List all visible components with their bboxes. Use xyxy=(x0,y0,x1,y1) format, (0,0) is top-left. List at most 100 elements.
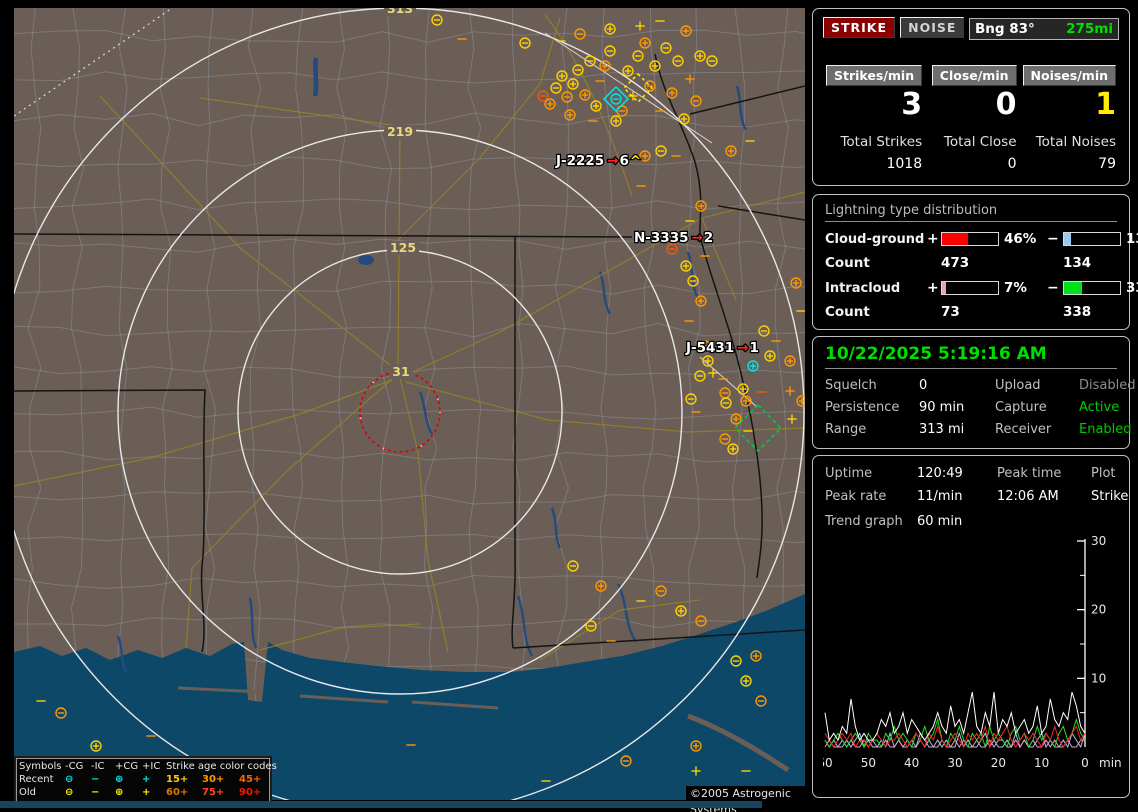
noises-per-min-value: 1 xyxy=(1023,89,1116,121)
persistence-value: 90 min xyxy=(919,400,995,415)
cg-plus-icon: ⊕ xyxy=(115,787,142,798)
range-value: 313 mi xyxy=(919,422,995,437)
upload-label: Upload xyxy=(995,378,1079,393)
close-per-min-value: 0 xyxy=(928,89,1016,121)
peak-rate-value: 11/min xyxy=(917,489,997,504)
uptime-value: 120:49 xyxy=(917,466,997,481)
plot-label: Plot xyxy=(1091,466,1128,481)
svg-text:0: 0 xyxy=(1081,756,1089,770)
bearing-range: 275mi xyxy=(1066,21,1113,37)
svg-text:10: 10 xyxy=(1091,671,1106,685)
svg-text:30: 30 xyxy=(1091,534,1106,548)
cloud-ground-counts: Count 473 134 xyxy=(825,255,1117,271)
svg-text:10: 10 xyxy=(1034,756,1049,770)
intracloud-row: Intracloud + 7% − 33% xyxy=(825,280,1117,296)
ic-plus-icon: + xyxy=(142,774,166,785)
capture-label: Capture xyxy=(995,400,1079,415)
ic-negative-bar xyxy=(1063,281,1121,295)
peak-time-value: 12:06 AM xyxy=(997,489,1091,504)
trend-series-red xyxy=(825,726,1085,747)
plot-value: Strike xyxy=(1091,489,1128,504)
range-ring-label: 219 xyxy=(387,124,413,139)
status-panel: 10/22/2025 5:19:16 AM Squelch 0 Upload D… xyxy=(812,336,1130,449)
age-75: 75+ xyxy=(202,787,239,798)
storm-cell-label: J-5431→1 xyxy=(685,340,759,356)
strike-mode-button[interactable]: STRIKE xyxy=(823,17,895,38)
close-per-min-header: Close/min xyxy=(932,65,1017,86)
total-close-value: 0 xyxy=(928,156,1016,172)
age-15: 15+ xyxy=(166,774,202,785)
rates-panel: STRIKE NOISE Bng 83° 275mi Strikes/min 3… xyxy=(812,8,1130,186)
age-60: 60+ xyxy=(166,787,202,798)
noises-per-min-header: Noises/min xyxy=(1023,65,1116,86)
distribution-panel: Lightning type distribution Cloud-ground… xyxy=(812,194,1130,330)
svg-text:min: min xyxy=(1099,756,1122,770)
range-label: Range xyxy=(825,422,919,437)
peak-time-label: Peak time xyxy=(997,466,1091,481)
cg-positive-bar xyxy=(941,232,999,246)
datetime-display: 10/22/2025 5:19:16 AM xyxy=(825,344,1117,369)
window-bottom-strip xyxy=(0,801,762,808)
legend-recent-label: Recent xyxy=(19,774,65,785)
age-30: 30+ xyxy=(202,774,239,785)
intracloud-counts: Count 73 338 xyxy=(825,304,1117,320)
squelch-value: 0 xyxy=(919,378,995,393)
range-ring-label: 31 xyxy=(392,364,409,379)
age-45: 45+ xyxy=(239,774,277,785)
trend-graph-value: 60 min xyxy=(917,514,1117,529)
range-ring-label: 125 xyxy=(390,240,416,255)
persistence-label: Persistence xyxy=(825,400,919,415)
uptime-label: Uptime xyxy=(825,466,917,481)
legend-age-header: Strike age color codes xyxy=(166,761,277,772)
map-viewport[interactable]: 313 219 125 31 J-2225→6^ N-3335→2 J-5431→1 xyxy=(14,8,805,800)
strikes-per-min-column: Strikes/min 3 Total Strikes 1018 xyxy=(823,65,925,172)
storm-cell-label: J-2225→6^ xyxy=(555,153,641,169)
ic-plus-icon: + xyxy=(142,787,166,798)
strikes-per-min-value: 3 xyxy=(826,89,922,121)
lightning-tracker-window: 31321912531 J-2225→6^N-3335→2J-5431→1 Sy… xyxy=(0,0,1138,812)
copyright-text: ©2005 Astrogenic Systems xyxy=(686,786,818,802)
receiver-status: Enabled xyxy=(1079,422,1135,437)
capture-status: Active xyxy=(1079,400,1135,415)
age-90: 90+ xyxy=(239,787,277,798)
svg-text:50: 50 xyxy=(861,756,876,770)
cg-negative-count: 134 xyxy=(1063,255,1117,271)
cloud-ground-row: Cloud-ground + 46% − 13% xyxy=(825,231,1117,247)
ic-positive-bar xyxy=(941,281,999,295)
total-strikes-label: Total Strikes xyxy=(826,134,922,150)
legend-old-label: Old xyxy=(19,787,65,798)
close-per-min-column: Close/min 0 Total Close 0 xyxy=(925,65,1019,172)
ic-negative-count: 338 xyxy=(1063,304,1117,320)
map[interactable]: 313 219 125 31 J-2225→6^ N-3335→2 J-5431→1 xyxy=(14,8,805,800)
svg-text:30: 30 xyxy=(947,756,962,770)
cg-negative-bar xyxy=(1063,232,1121,246)
trend-graph-label: Trend graph xyxy=(825,514,917,529)
total-noises-label: Total Noises xyxy=(1023,134,1116,150)
cg-minus-icon: ⊖ xyxy=(65,774,91,785)
squelch-label: Squelch xyxy=(825,378,919,393)
svg-text:20: 20 xyxy=(991,756,1006,770)
strikes-per-min-header: Strikes/min xyxy=(826,65,922,86)
bearing-label: Bng 83° xyxy=(975,21,1035,37)
cg-positive-count: 473 xyxy=(941,255,1047,271)
range-ring-label: 313 xyxy=(387,8,413,16)
peak-rate-label: Peak rate xyxy=(825,489,917,504)
legend-symbols-header: Symbols xyxy=(19,761,65,772)
stats-panel: Uptime 120:49 Peak time Plot Peak rate 1… xyxy=(812,455,1130,798)
trend-graph: 1020306050403020100min xyxy=(823,533,1123,781)
ic-minus-icon: − xyxy=(91,774,115,785)
storm-cell-label: N-3335→2 xyxy=(634,230,713,246)
svg-text:20: 20 xyxy=(1091,603,1106,617)
upload-status: Disabled xyxy=(1079,378,1135,393)
ic-positive-count: 73 xyxy=(941,304,1047,320)
cg-minus-icon: ⊖ xyxy=(65,787,91,798)
receiver-label: Receiver xyxy=(995,422,1079,437)
cg-plus-icon: ⊕ xyxy=(115,774,142,785)
symbols-legend: Symbols -CG -IC +CG +IC Strike age color… xyxy=(16,758,270,804)
ic-minus-icon: − xyxy=(91,787,115,798)
svg-text:60: 60 xyxy=(823,756,833,770)
bearing-readout: Bng 83° 275mi xyxy=(969,18,1119,40)
distribution-title: Lightning type distribution xyxy=(825,203,1117,222)
noise-mode-button[interactable]: NOISE xyxy=(900,17,964,38)
total-strikes-value: 1018 xyxy=(826,156,922,172)
